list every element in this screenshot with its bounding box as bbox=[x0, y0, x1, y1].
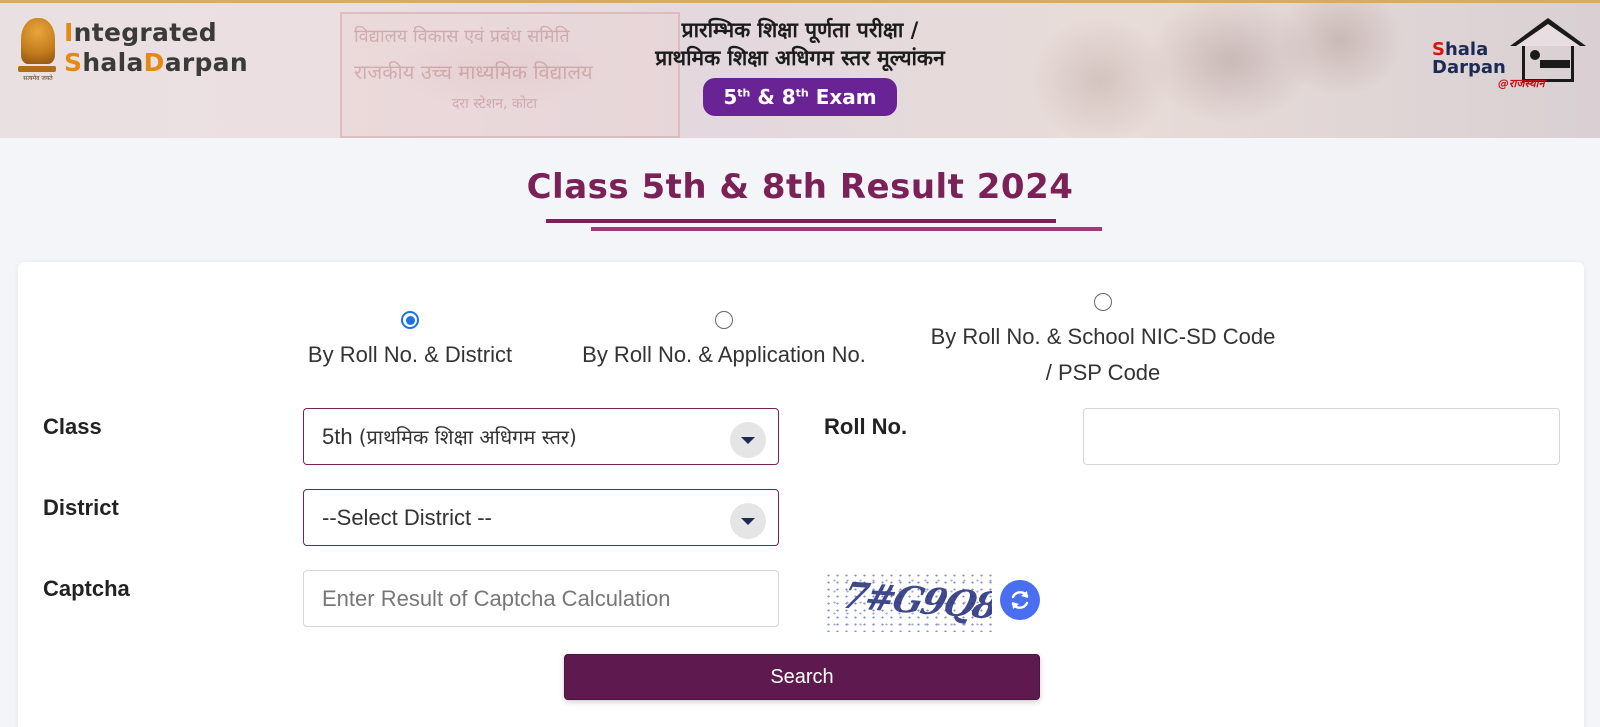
title-underline-secondary bbox=[591, 227, 1102, 231]
radio-button[interactable] bbox=[1094, 293, 1112, 311]
class-select[interactable]: 5th (प्राथमिक शिक्षा अधिगम स्तर) bbox=[303, 408, 779, 465]
header-banner: विद्यालय विकास एवं प्रबंध समिति राजकीय उ… bbox=[0, 0, 1600, 138]
district-label: District bbox=[43, 495, 119, 520]
header-top-line bbox=[0, 0, 1600, 3]
shala-darpan-rajasthan-logo[interactable]: Shala Darpan @राजस्थान bbox=[1430, 18, 1590, 90]
radio-label: By Roll No. & District bbox=[307, 342, 513, 367]
captcha-label: Captcha bbox=[43, 576, 130, 601]
page-title: Class 5th & 8th Result 2024 bbox=[526, 167, 1074, 207]
radio-label: By Roll No. & School NIC-SD Code / PSP C… bbox=[930, 324, 1276, 385]
title-underline bbox=[546, 219, 1056, 223]
ashoka-emblem-icon: सत्यमेव जयते bbox=[18, 18, 58, 82]
captcha-input[interactable]: Enter Result of Captcha Calculation bbox=[303, 570, 779, 627]
class-label: Class bbox=[43, 414, 102, 439]
refresh-icon bbox=[1011, 591, 1029, 609]
chevron-down-icon[interactable] bbox=[730, 503, 766, 539]
rajasthan-tag: @राजस्थान bbox=[1498, 77, 1545, 90]
radio-button[interactable] bbox=[715, 311, 733, 329]
radio-label: By Roll No. & Application No. bbox=[582, 342, 866, 367]
exam-pill-badge: 5th & 8th Exam bbox=[703, 78, 897, 116]
hindi-title-line2: प्राथमिक शिक्षा अधिगम स्तर मूल्यांकन bbox=[655, 46, 945, 70]
brand-name: Integrated ShalaDarpan bbox=[64, 18, 248, 77]
header-title-block: प्रारम्भिक शिक्षा पूर्णता परीक्षा / प्रा… bbox=[560, 16, 1040, 116]
integrated-shaladarpan-logo[interactable]: सत्यमेव जयते Integrated ShalaDarpan bbox=[18, 18, 248, 82]
radio-option-roll-school-code[interactable]: By Roll No. & School NIC-SD Code / PSP C… bbox=[908, 293, 1298, 391]
roll-no-label: Roll No. bbox=[824, 414, 908, 439]
hindi-title-line1: प्रारम्भिक शिक्षा पूर्णता परीक्षा / bbox=[681, 18, 919, 42]
search-button[interactable]: Search bbox=[564, 654, 1040, 700]
radio-option-roll-application[interactable]: By Roll No. & Application No. bbox=[564, 311, 884, 373]
emblem-motto: सत्यमेव जयते bbox=[23, 75, 53, 82]
roll-no-input[interactable] bbox=[1083, 408, 1560, 465]
radio-button-checked[interactable] bbox=[401, 311, 419, 329]
refresh-captcha-button[interactable] bbox=[1000, 580, 1040, 620]
captcha-image: 7#G9Q8 bbox=[824, 572, 992, 632]
chevron-down-icon[interactable] bbox=[730, 422, 766, 458]
radio-option-roll-district[interactable]: By Roll No. & District bbox=[300, 311, 520, 373]
district-select[interactable]: --Select District -- bbox=[303, 489, 779, 546]
